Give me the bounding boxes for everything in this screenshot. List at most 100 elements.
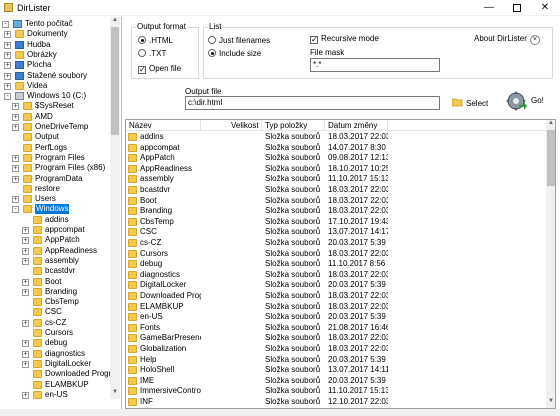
expand-icon[interactable]: + bbox=[12, 154, 19, 162]
folder-tree[interactable]: - Tento počítač + Dokumenty + Hudba + Obrázky + P… bbox=[0, 17, 122, 409]
file-mask-input[interactable]: *.* bbox=[310, 58, 440, 72]
file-row[interactable]: CbsTemp Složka souborů 17.10.2017 19:43 bbox=[126, 217, 546, 228]
file-row[interactable]: Downloaded Program ... Složka souborů 18.0… bbox=[126, 291, 546, 302]
file-date-text: 18.10.2017 10:25 bbox=[328, 163, 388, 173]
expand-icon[interactable]: + bbox=[12, 165, 19, 173]
tree-horizontal-scrollbar[interactable] bbox=[0, 409, 560, 416]
computer-icon bbox=[13, 20, 22, 28]
file-row[interactable]: DigitalLocker Složka souborů 20.03.2017 5:… bbox=[126, 280, 546, 291]
expand-icon[interactable]: + bbox=[22, 288, 29, 296]
select-button[interactable]: Select bbox=[451, 98, 488, 108]
file-type-cell: Složka souborů bbox=[262, 132, 325, 143]
about-button[interactable]: About DirLister ˅ bbox=[474, 34, 540, 45]
file-row[interactable]: Cursors Složka souborů 18.03.2017 22:03 bbox=[126, 249, 546, 260]
file-row[interactable]: AppPatch Složka souborů 09.08.2017 12:13 bbox=[126, 153, 546, 164]
tree-item-label: Videa bbox=[27, 80, 48, 90]
file-type-cell: Složka souborů bbox=[262, 312, 325, 323]
close-button[interactable]: ✕ bbox=[531, 0, 559, 16]
file-mask-label: File mask bbox=[310, 48, 345, 57]
file-row[interactable]: bcastdvr Složka souborů 18.03.2017 22:03 bbox=[126, 185, 546, 196]
expand-icon[interactable]: + bbox=[22, 247, 29, 255]
expand-icon[interactable]: + bbox=[22, 278, 29, 286]
file-row[interactable]: Branding Složka souborů 18.03.2017 22:03 bbox=[126, 206, 546, 217]
file-type-text: Složka souborů bbox=[265, 333, 321, 343]
file-list[interactable]: Název Velikost Typ položky Datum změny a… bbox=[125, 119, 556, 409]
file-row[interactable]: appcompat Složka souborů 14.07.2017 8:30 bbox=[126, 143, 546, 154]
folder-icon bbox=[128, 143, 137, 152]
expand-icon[interactable]: + bbox=[22, 257, 29, 265]
file-date-cell: 18.10.2017 10:25 bbox=[325, 164, 388, 175]
file-row[interactable]: GameBarPresenceWriter Složka souborů 18.03… bbox=[126, 333, 546, 344]
file-row[interactable]: Help Složka souborů 20.03.2017 5:39 bbox=[126, 355, 546, 366]
column-header-date[interactable]: Datum změny bbox=[325, 120, 388, 131]
column-header-size[interactable]: Velikost bbox=[201, 120, 262, 131]
minimize-button[interactable]: — bbox=[475, 0, 503, 16]
file-row[interactable]: HoloShell Složka souborů 13.07.2017 14:11 bbox=[126, 365, 546, 376]
expand-icon[interactable]: + bbox=[22, 360, 29, 368]
txt-radio[interactable]: .TXT bbox=[138, 49, 166, 58]
file-row[interactable]: assembly Složka souborů 11.10.2017 15:13 bbox=[126, 174, 546, 185]
file-row[interactable]: IME Složka souborů 20.03.2017 5:39 bbox=[126, 376, 546, 387]
file-size-text bbox=[201, 132, 204, 141]
collapse-icon[interactable]: - bbox=[4, 93, 11, 101]
expand-icon[interactable]: + bbox=[22, 350, 29, 358]
list-scroll-up-icon[interactable]: ▲ bbox=[546, 120, 555, 126]
file-row[interactable]: Boot Složka souborů 18.03.2017 22:03 bbox=[126, 196, 546, 207]
file-name-text: cs-CZ bbox=[140, 238, 162, 247]
expand-icon[interactable]: + bbox=[12, 103, 19, 111]
expand-icon[interactable]: + bbox=[4, 72, 11, 80]
html-radio[interactable]: .HTML bbox=[138, 36, 173, 45]
expand-icon[interactable]: + bbox=[22, 340, 29, 348]
expand-icon[interactable]: + bbox=[4, 82, 11, 90]
folder-icon bbox=[23, 112, 32, 121]
list-scroll-thumb[interactable] bbox=[547, 130, 555, 186]
expand-icon[interactable]: + bbox=[4, 31, 11, 39]
collapse-icon[interactable]: - bbox=[2, 21, 9, 28]
file-list-scrollbar[interactable]: ▲ ▼ bbox=[546, 120, 555, 408]
file-row[interactable]: AppReadiness Složka souborů 18.10.2017 10:… bbox=[126, 164, 546, 175]
expand-icon[interactable]: + bbox=[12, 124, 19, 131]
file-size-cell bbox=[201, 355, 262, 366]
file-date-cell: 11.10.2017 15:13 bbox=[325, 386, 388, 397]
output-file-input[interactable]: c:\dir.html bbox=[185, 96, 440, 110]
expand-icon[interactable]: + bbox=[22, 319, 29, 327]
file-row[interactable]: INF Složka souborů 12.10.2017 22:03 bbox=[126, 397, 546, 408]
list-scroll-down-icon[interactable]: ▼ bbox=[546, 398, 555, 404]
folder-icon bbox=[33, 256, 42, 265]
file-row[interactable]: ImmersiveControlPanel Složka souborů 11.10… bbox=[126, 386, 546, 397]
column-header-type[interactable]: Typ položky bbox=[262, 120, 325, 131]
go-button[interactable]: Go! bbox=[505, 90, 544, 112]
expand-icon[interactable]: + bbox=[12, 175, 19, 183]
expand-icon[interactable]: + bbox=[12, 113, 19, 121]
just-filenames-radio[interactable]: Just filenames bbox=[208, 36, 270, 45]
file-row[interactable]: addins Složka souborů 18.03.2017 22:03 bbox=[126, 132, 546, 143]
expand-icon[interactable]: + bbox=[4, 62, 11, 70]
file-row[interactable]: diagnostics Složka souborů 18.03.2017 22:0… bbox=[126, 270, 546, 281]
file-date-text: 18.03.2017 22:03 bbox=[328, 333, 388, 343]
column-header-name[interactable]: Název bbox=[126, 120, 201, 131]
expand-icon[interactable]: + bbox=[12, 196, 19, 204]
expand-icon[interactable]: + bbox=[22, 227, 29, 234]
tree-scrollbar[interactable]: ▲ ▼ bbox=[110, 17, 120, 399]
file-row[interactable]: ELAMBKUP Složka souborů 18.03.2017 22:03 bbox=[126, 302, 546, 313]
maximize-button[interactable] bbox=[503, 0, 531, 16]
collapse-icon[interactable]: - bbox=[12, 206, 19, 214]
open-file-checkbox[interactable]: ✓ Open file bbox=[138, 64, 181, 74]
gear-go-icon bbox=[506, 91, 527, 111]
tree-scroll-thumb[interactable] bbox=[111, 27, 119, 135]
expand-icon[interactable]: + bbox=[22, 237, 29, 245]
file-size-cell bbox=[201, 196, 262, 207]
expand-icon[interactable]: + bbox=[4, 41, 11, 49]
file-row[interactable]: Fonts Složka souborů 21.08.2017 16:46 bbox=[126, 323, 546, 334]
file-row[interactable]: debug Složka souborů 11.10.2017 8:56 bbox=[126, 259, 546, 270]
scroll-down-arrow-icon[interactable]: ▼ bbox=[110, 389, 120, 395]
file-row[interactable]: en-US Složka souborů 20.03.2017 5:39 bbox=[126, 312, 546, 323]
scroll-up-arrow-icon[interactable]: ▲ bbox=[110, 17, 120, 23]
expand-icon[interactable]: + bbox=[22, 391, 29, 399]
file-row[interactable]: CSC Složka souborů 13.07.2017 14:17 bbox=[126, 227, 546, 238]
include-size-radio[interactable]: Include size bbox=[208, 49, 261, 58]
expand-icon[interactable]: + bbox=[4, 51, 11, 59]
file-row[interactable]: cs-CZ Složka souborů 20.03.2017 5:39 bbox=[126, 238, 546, 249]
file-row[interactable]: Globalization Složka souborů 18.03.2017 22… bbox=[126, 344, 546, 355]
recursive-mode-checkbox[interactable]: ✓ Recursive mode bbox=[310, 34, 379, 44]
